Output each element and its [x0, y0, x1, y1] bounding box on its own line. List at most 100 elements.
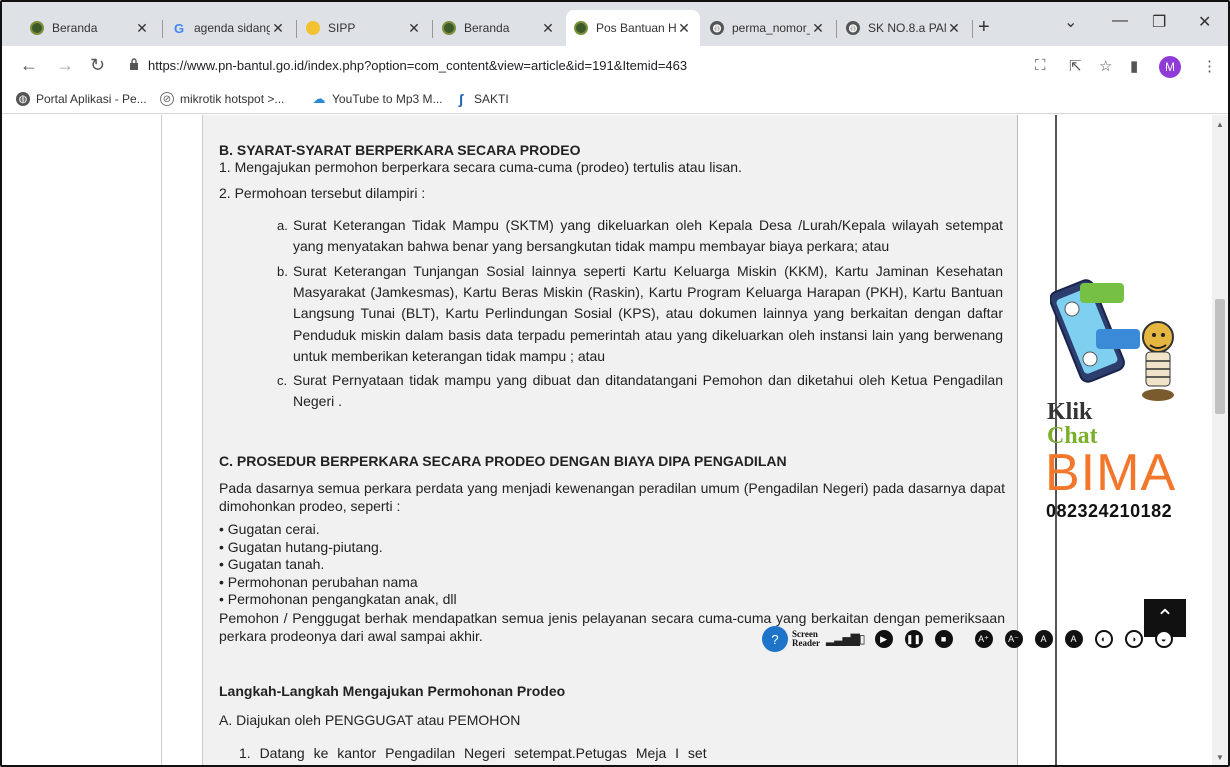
- profile-avatar[interactable]: M: [1159, 56, 1181, 78]
- tab-title: Beranda: [52, 21, 98, 35]
- pause-icon[interactable]: ❚❚: [904, 630, 923, 648]
- sakti-icon: ʃ: [458, 91, 464, 107]
- lock-icon: [130, 58, 138, 70]
- bookmark-sakti[interactable]: ʃ SAKTI: [454, 91, 509, 107]
- list-item: • Permohonan pengangkatan anak, dll: [219, 591, 457, 607]
- page-viewport: B. SYARAT-SYARAT BERPERKARA SECARA PRODE…: [2, 115, 1212, 765]
- restore-button[interactable]: ❐: [1152, 12, 1166, 32]
- list-item: • Gugatan cerai.: [219, 521, 320, 537]
- bookmark-mikrotik[interactable]: ⊘ mikrotik hotspot >...: [160, 92, 284, 106]
- bookmark-star-icon[interactable]: ☆: [1099, 57, 1112, 75]
- tab-sk-no[interactable]: ◍ SK NO.8.a PAN ✕: [838, 10, 970, 46]
- accessibility-toolbar: ? Screen Reader ▂▃▅▇▯ ▶ ❚❚ ■ A⁺ A⁻ A A ◐…: [762, 625, 1185, 653]
- bookmark-label: SAKTI: [474, 92, 509, 106]
- sipp-icon: [306, 21, 320, 35]
- pn-logo-icon: [30, 21, 44, 35]
- bookmark-label: YouTube to Mp3 M...: [332, 92, 443, 106]
- decrease-text-icon[interactable]: A⁻: [1004, 630, 1023, 648]
- tab-perma-nomor[interactable]: ◍ perma_nomor_ ✕: [702, 10, 834, 46]
- side-panel-icon[interactable]: ▮: [1130, 57, 1138, 75]
- requirement-2: 2. Permohoan tersebut dilampiri :: [219, 185, 426, 201]
- bookmark-youtube-mp3[interactable]: ☁ YouTube to Mp3 M...: [312, 91, 443, 106]
- play-icon[interactable]: ▶: [874, 630, 893, 648]
- forward-icon[interactable]: →: [56, 55, 74, 76]
- list-marker: b.: [277, 264, 288, 279]
- chat-phone-illustration-icon: [1050, 279, 1174, 401]
- tab-title: Pos Bantuan H: [596, 21, 676, 35]
- close-icon[interactable]: ✕: [946, 20, 962, 37]
- stop-icon[interactable]: ■: [934, 630, 953, 648]
- list-item: • Gugatan hutang-piutang.: [219, 538, 383, 555]
- google-icon: G: [173, 20, 185, 36]
- chat-bima-widget[interactable]: Klik Chat BIMA 082324210182: [1042, 275, 1192, 521]
- tab-title: perma_nomor_: [732, 21, 810, 35]
- section-c-intro: Pada dasarnya semua perkara perdata yang…: [219, 480, 1005, 514]
- chat-bima-label: BIMA: [1045, 444, 1177, 502]
- close-icon[interactable]: ✕: [270, 20, 286, 37]
- invert-colors-icon[interactable]: ◑: [1124, 630, 1143, 648]
- pn-logo-icon: [574, 21, 588, 35]
- bookmarks-bar: ◍ Portal Aplikasi - Pe... ⊘ mikrotik hot…: [2, 86, 1228, 114]
- step-1: 1. Datang ke kantor Pengadilan Negeri se…: [239, 745, 707, 761]
- increase-text-icon[interactable]: A⁺: [974, 630, 993, 648]
- article-content: B. SYARAT-SYARAT BERPERKARA SECARA PRODE…: [202, 115, 1018, 765]
- bookmark-portal-aplikasi[interactable]: ◍ Portal Aplikasi - Pe...: [16, 92, 147, 106]
- back-icon[interactable]: ←: [20, 55, 38, 76]
- translate-icon[interactable]: ⛶: [1035, 57, 1046, 74]
- tab-sipp[interactable]: SIPP ✕: [298, 10, 430, 46]
- list-marker: a.: [277, 218, 288, 233]
- vertical-scrollbar[interactable]: ▲ ▼: [1212, 115, 1228, 765]
- menu-icon[interactable]: ⋮: [1202, 57, 1217, 75]
- text-size-icon[interactable]: A: [1034, 630, 1053, 648]
- browser-window: Beranda ✕ G agenda sidang ✕ SIPP ✕ Beran…: [0, 0, 1230, 767]
- grayscale-icon[interactable]: ◒: [1154, 630, 1173, 648]
- requirement-2a: Surat Keterangan Tidak Mampu (SKTM) yang…: [293, 217, 1003, 254]
- bookmark-label: mikrotik hotspot >...: [180, 92, 285, 106]
- volume-bars-icon[interactable]: ▂▃▅▇▯: [826, 632, 866, 646]
- close-icon[interactable]: ✕: [134, 20, 150, 37]
- share-icon[interactable]: ⇱: [1069, 57, 1082, 75]
- tab-beranda-2[interactable]: Beranda ✕: [434, 10, 564, 46]
- section-c-title: C. PROSEDUR BERPERKARA SECARA PRODEO DEN…: [219, 453, 787, 469]
- close-icon[interactable]: ✕: [406, 20, 422, 37]
- requirement-1: 1. Mengajukan permohon berperkara secara…: [219, 159, 742, 175]
- screen-reader-label: Screen Reader: [792, 630, 820, 648]
- close-icon[interactable]: ✕: [810, 20, 826, 37]
- toolbar: ← → ↻ https://www.pn-bantul.go.id/index.…: [2, 46, 1228, 86]
- tab-title: SIPP: [328, 21, 356, 35]
- tab-agenda-sidang[interactable]: G agenda sidang ✕: [164, 10, 294, 46]
- minimize-button[interactable]: —: [1112, 12, 1128, 30]
- tab-beranda-1[interactable]: Beranda ✕: [22, 10, 158, 46]
- tab-title: Beranda: [464, 21, 510, 35]
- steps-title: Langkah-Langkah Mengajukan Permohonan Pr…: [219, 683, 566, 699]
- tab-strip: Beranda ✕ G agenda sidang ✕ SIPP ✕ Beran…: [2, 2, 1228, 46]
- outer-column: [162, 115, 202, 765]
- new-tab-button[interactable]: +: [978, 16, 990, 39]
- mikrotik-icon: ⊘: [160, 92, 174, 106]
- pn-logo-icon: [442, 21, 456, 35]
- globe-icon: ◍: [710, 21, 724, 35]
- address-bar[interactable]: https://www.pn-bantul.go.id/index.php?op…: [117, 52, 1047, 80]
- requirement-2c: Surat Pernyataan tidak mampu yang dibuat…: [293, 372, 1003, 409]
- reload-icon[interactable]: ↻: [90, 55, 105, 76]
- screen-reader-line2: Reader: [792, 638, 820, 648]
- scroll-down-icon[interactable]: ▼: [1216, 753, 1224, 762]
- left-margin: [2, 115, 162, 765]
- scroll-up-icon[interactable]: ▲: [1216, 120, 1224, 129]
- list-item: • Gugatan tanah.: [219, 556, 325, 572]
- case-types-list: • Gugatan cerai. • Gugatan hutang-piutan…: [219, 521, 457, 609]
- bookmark-label: Portal Aplikasi - Pe...: [36, 92, 147, 106]
- close-icon[interactable]: ✕: [540, 20, 556, 37]
- readable-font-icon[interactable]: A: [1064, 630, 1083, 648]
- chat-phone-number: 082324210182: [1046, 501, 1173, 521]
- tab-pos-bantuan-active[interactable]: Pos Bantuan H ✕: [566, 10, 700, 46]
- close-icon[interactable]: ✕: [676, 20, 692, 37]
- scroll-thumb[interactable]: [1215, 299, 1225, 414]
- tab-search-icon[interactable]: ⌄: [1064, 12, 1077, 32]
- cloud-icon: ☁: [312, 91, 326, 106]
- close-window-button[interactable]: ✕: [1198, 12, 1211, 32]
- screen-reader-icon[interactable]: ?: [762, 626, 788, 652]
- requirement-2b: Surat Keterangan Tunjangan Sosial lainny…: [293, 263, 1003, 364]
- globe-icon: ◍: [846, 21, 860, 35]
- contrast-icon[interactable]: ◐: [1094, 630, 1113, 648]
